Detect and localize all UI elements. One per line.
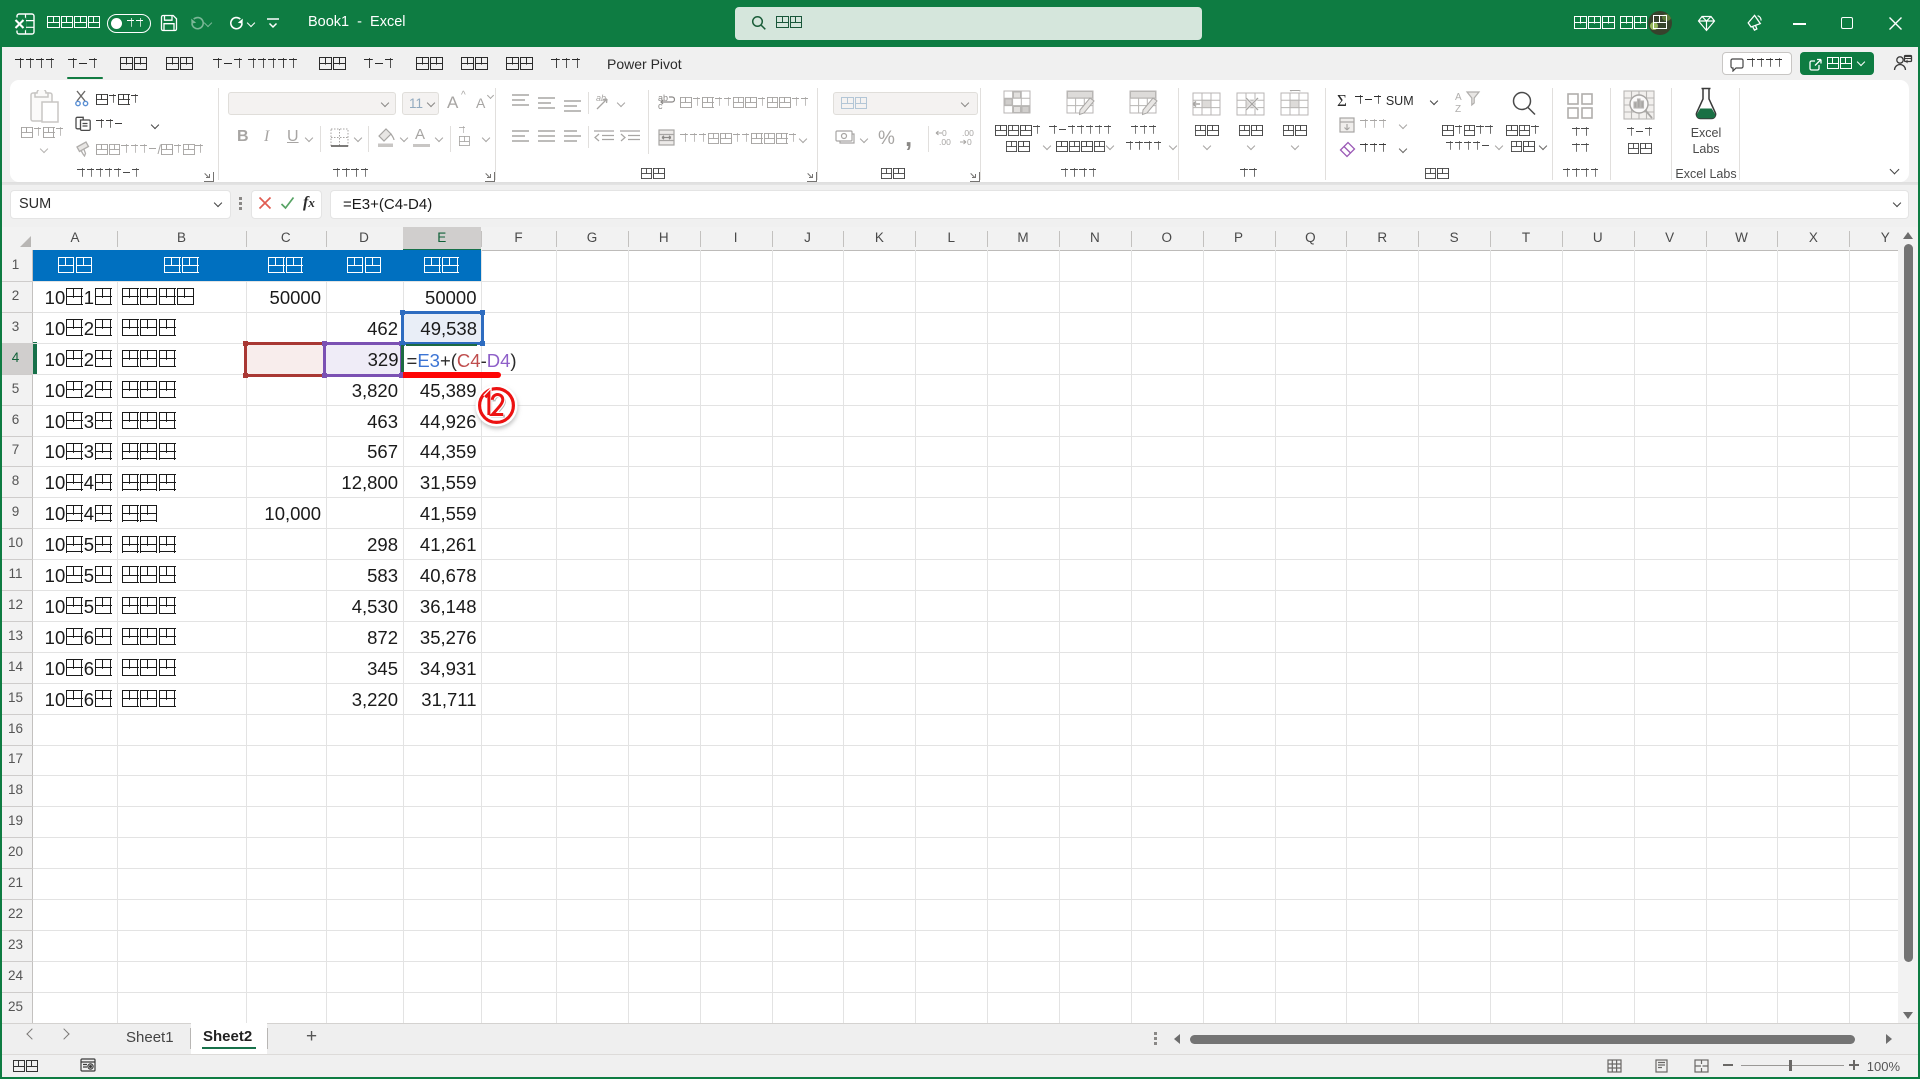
svg-text:A: A [1455, 92, 1462, 103]
svg-text:c: c [658, 101, 663, 110]
svg-text:Z: Z [1455, 104, 1461, 115]
svg-text:ab: ab [596, 93, 606, 103]
svg-text:.00: .00 [939, 137, 951, 147]
